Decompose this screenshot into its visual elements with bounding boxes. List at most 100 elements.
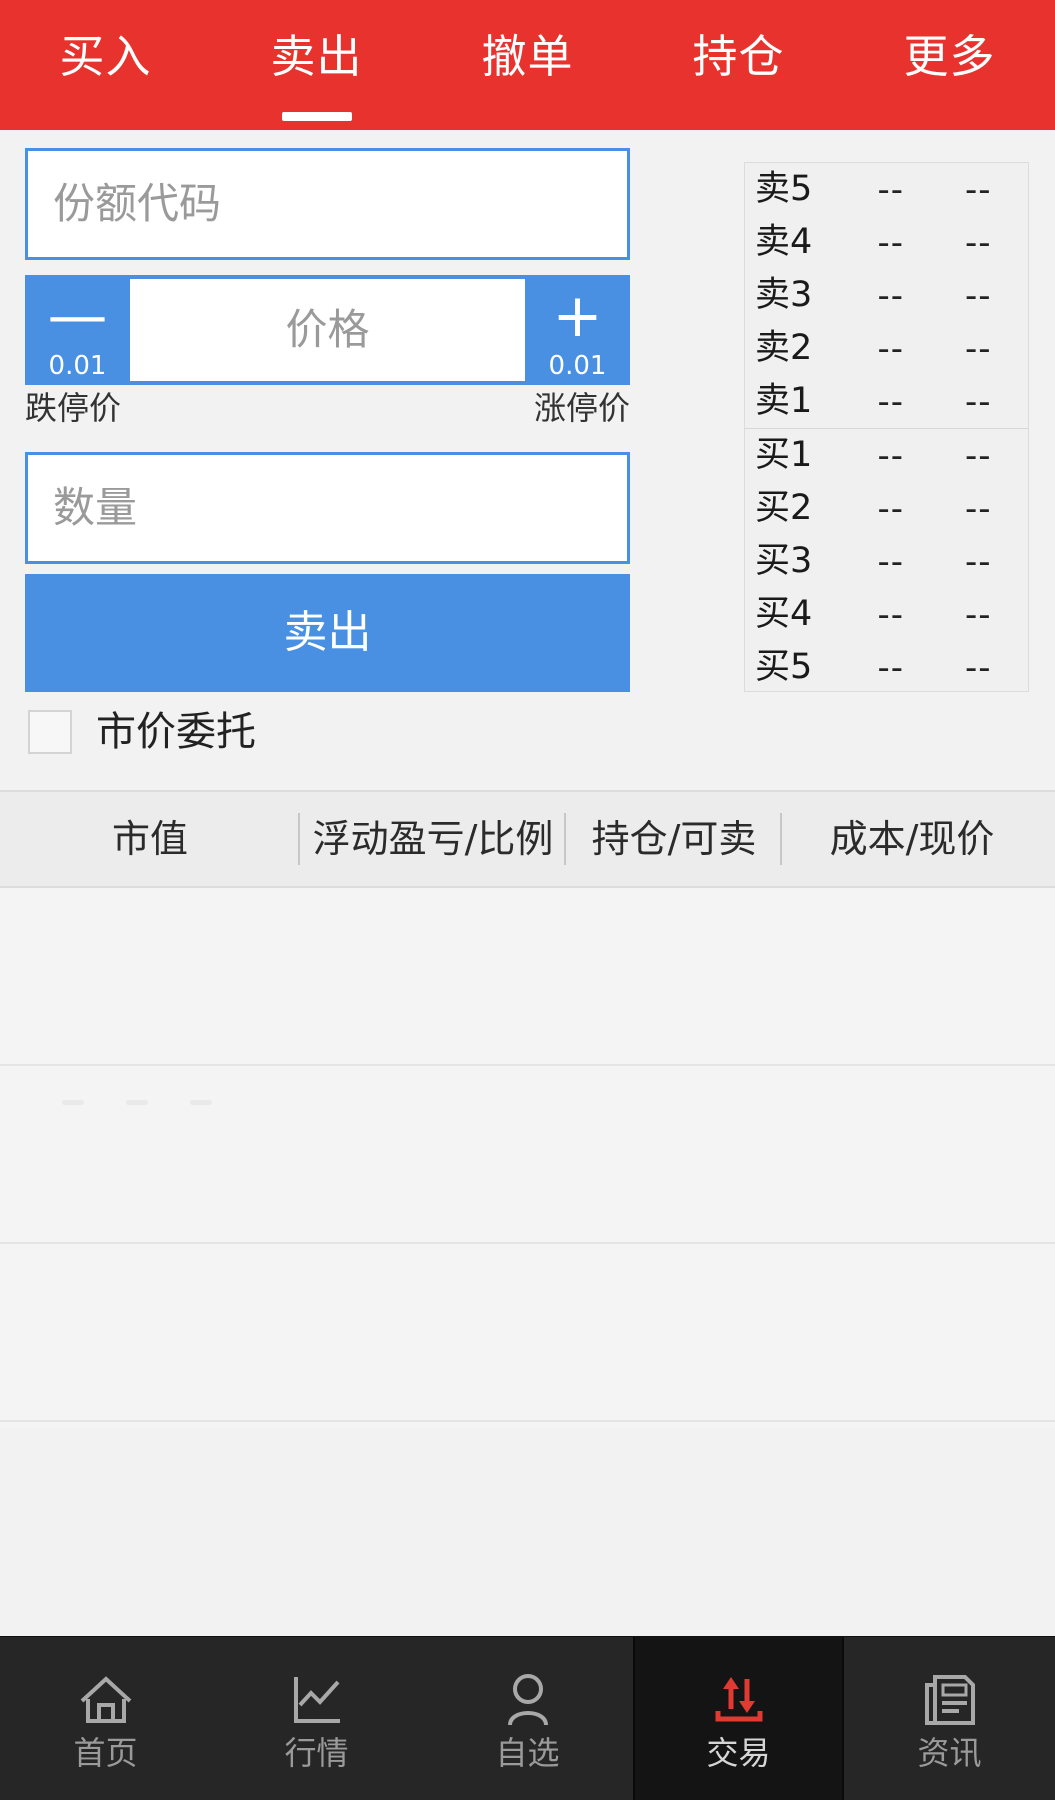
news-icon	[919, 1669, 981, 1731]
tab-buy[interactable]: 买入	[0, 0, 211, 130]
column-header-market-value-label: 市值	[111, 817, 188, 861]
quantity-input[interactable]: 数量	[25, 452, 630, 564]
nav-item-quotes[interactable]: 行情	[211, 1637, 422, 1800]
ob-bid5-volume: --	[964, 647, 992, 688]
sell-submit-button[interactable]: 卖出	[25, 574, 630, 692]
tab-more-label: 更多	[903, 29, 996, 83]
person-icon	[497, 1669, 559, 1731]
sell-submit-label: 卖出	[283, 607, 372, 658]
ob-ask4-price: --	[877, 222, 905, 263]
price-decrement-button[interactable]: — 0.01	[25, 275, 130, 385]
limit-down-label[interactable]: 跌停价	[25, 392, 121, 424]
placeholder-dot	[62, 1100, 84, 1105]
price-increment-button[interactable]: + 0.01	[525, 275, 630, 385]
order-book-asks: 卖5 -- -- 卖4 -- -- 卖3 -- -- 卖2 -- -- 卖1 -	[745, 163, 1028, 428]
nav-item-news-label: 资讯	[917, 1734, 982, 1772]
tab-sell-label: 卖出	[270, 29, 363, 83]
nav-item-news[interactable]: 资讯	[844, 1637, 1055, 1800]
ob-bid2-label: 买2	[755, 488, 813, 528]
tab-sell[interactable]: 卖出	[211, 0, 422, 130]
placeholder-dot	[126, 1100, 148, 1105]
ob-bid1-label: 买1	[755, 435, 813, 475]
ob-ask3-price: --	[877, 275, 905, 316]
placeholder-dot	[190, 1100, 212, 1105]
order-book-panel: 卖5 -- -- 卖4 -- -- 卖3 -- -- 卖2 -- -- 卖1 -	[744, 162, 1029, 692]
fund-code-placeholder: 份额代码	[53, 179, 222, 228]
tab-cancel-order-label: 撤单	[481, 29, 574, 83]
ob-ask2-label: 卖2	[755, 328, 813, 368]
order-form: 份额代码 — 0.01 价格 + 0.01 跌停价 涨停价 数量 卖出 市价委托	[0, 130, 648, 785]
price-stepper: — 0.01 价格 + 0.01	[25, 275, 630, 385]
active-tab-indicator	[281, 112, 352, 121]
market-order-row[interactable]: 市价委托	[28, 710, 256, 754]
ob-bid5-price: --	[877, 647, 905, 688]
order-book-row[interactable]: 卖2 -- --	[745, 322, 1028, 375]
column-header-holdings-sellable[interactable]: 持仓/可卖	[566, 809, 782, 869]
tab-more[interactable]: 更多	[844, 0, 1055, 130]
order-book-row[interactable]: 买1 -- --	[745, 429, 1028, 482]
market-order-checkbox[interactable]	[28, 710, 72, 754]
nav-item-home[interactable]: 首页	[0, 1637, 211, 1800]
ob-bid2-price: --	[877, 488, 905, 529]
ob-ask1-volume: --	[964, 381, 992, 422]
order-book-row[interactable]: 卖5 -- --	[745, 163, 1028, 216]
column-header-holdings-sellable-label: 持仓/可卖	[591, 817, 757, 861]
bottom-nav-bar: 首页 行情 自选 交易 资讯	[0, 1636, 1055, 1800]
nav-item-trade-label: 交易	[706, 1734, 771, 1772]
ob-ask1-label: 卖1	[755, 381, 813, 421]
ob-bid3-price: --	[877, 541, 905, 582]
plus-icon: +	[552, 281, 603, 351]
column-header-cost-current-price-label: 成本/现价	[829, 817, 995, 861]
ob-bid4-label: 买4	[755, 594, 813, 634]
table-row[interactable]	[0, 1244, 1055, 1422]
order-book-row[interactable]: 买2 -- --	[745, 482, 1028, 535]
positions-table-body[interactable]	[0, 888, 1055, 1428]
order-book-bids: 买1 -- -- 买2 -- -- 买3 -- -- 买4 -- -- 买5 -	[745, 429, 1028, 694]
ob-bid2-volume: --	[964, 488, 992, 529]
order-book-row[interactable]: 买5 -- --	[745, 641, 1028, 694]
ob-bid1-volume: --	[964, 435, 992, 476]
order-book-row[interactable]: 卖3 -- --	[745, 269, 1028, 322]
nav-item-watchlist[interactable]: 自选	[422, 1637, 633, 1800]
tab-buy-label: 买入	[59, 29, 152, 83]
nav-item-trade[interactable]: 交易	[633, 1637, 844, 1800]
ob-ask3-label: 卖3	[755, 275, 813, 315]
ob-bid3-label: 买3	[755, 541, 813, 581]
ob-ask5-price: --	[877, 169, 905, 210]
ob-ask5-volume: --	[964, 169, 992, 210]
table-row[interactable]	[0, 1066, 1055, 1244]
nav-item-home-label: 首页	[73, 1734, 138, 1772]
column-header-market-value[interactable]: 市值	[0, 809, 300, 869]
ob-ask2-volume: --	[964, 328, 992, 369]
ob-bid4-volume: --	[964, 594, 992, 635]
tab-positions-label: 持仓	[692, 29, 785, 83]
tab-positions[interactable]: 持仓	[633, 0, 844, 130]
column-header-floating-pnl[interactable]: 浮动盈亏/比例	[300, 809, 566, 869]
app-screen: 买入 卖出 撤单 持仓 更多 份额代码 — 0.01 价格 + 0.01 跌停价…	[0, 0, 1055, 1800]
market-order-label: 市价委托	[96, 709, 256, 755]
ob-ask1-price: --	[877, 381, 905, 422]
fund-code-input[interactable]: 份额代码	[25, 148, 630, 260]
ob-bid4-price: --	[877, 594, 905, 635]
limit-up-label[interactable]: 涨停价	[534, 392, 630, 424]
tab-cancel-order[interactable]: 撤单	[422, 0, 633, 130]
top-tab-bar: 买入 卖出 撤单 持仓 更多	[0, 0, 1055, 130]
nav-item-quotes-label: 行情	[284, 1734, 349, 1772]
chart-icon	[286, 1669, 348, 1731]
ob-bid5-label: 买5	[755, 647, 813, 687]
quantity-placeholder: 数量	[53, 483, 138, 532]
home-icon	[75, 1669, 137, 1731]
order-book-row[interactable]: 买4 -- --	[745, 588, 1028, 641]
column-header-cost-current-price[interactable]: 成本/现价	[782, 809, 1042, 869]
price-increment-amount: 0.01	[548, 351, 607, 381]
ob-ask3-volume: --	[964, 275, 992, 316]
positions-table-header: 市值 浮动盈亏/比例 持仓/可卖 成本/现价	[0, 790, 1055, 888]
ob-ask5-label: 卖5	[755, 169, 813, 209]
ob-bid3-volume: --	[964, 541, 992, 582]
order-book-row[interactable]: 卖4 -- --	[745, 216, 1028, 269]
column-header-floating-pnl-label: 浮动盈亏/比例	[312, 817, 554, 861]
order-book-row[interactable]: 买3 -- --	[745, 535, 1028, 588]
price-input[interactable]: 价格	[130, 279, 525, 381]
order-book-row[interactable]: 卖1 -- --	[745, 375, 1028, 428]
table-row[interactable]	[0, 888, 1055, 1066]
